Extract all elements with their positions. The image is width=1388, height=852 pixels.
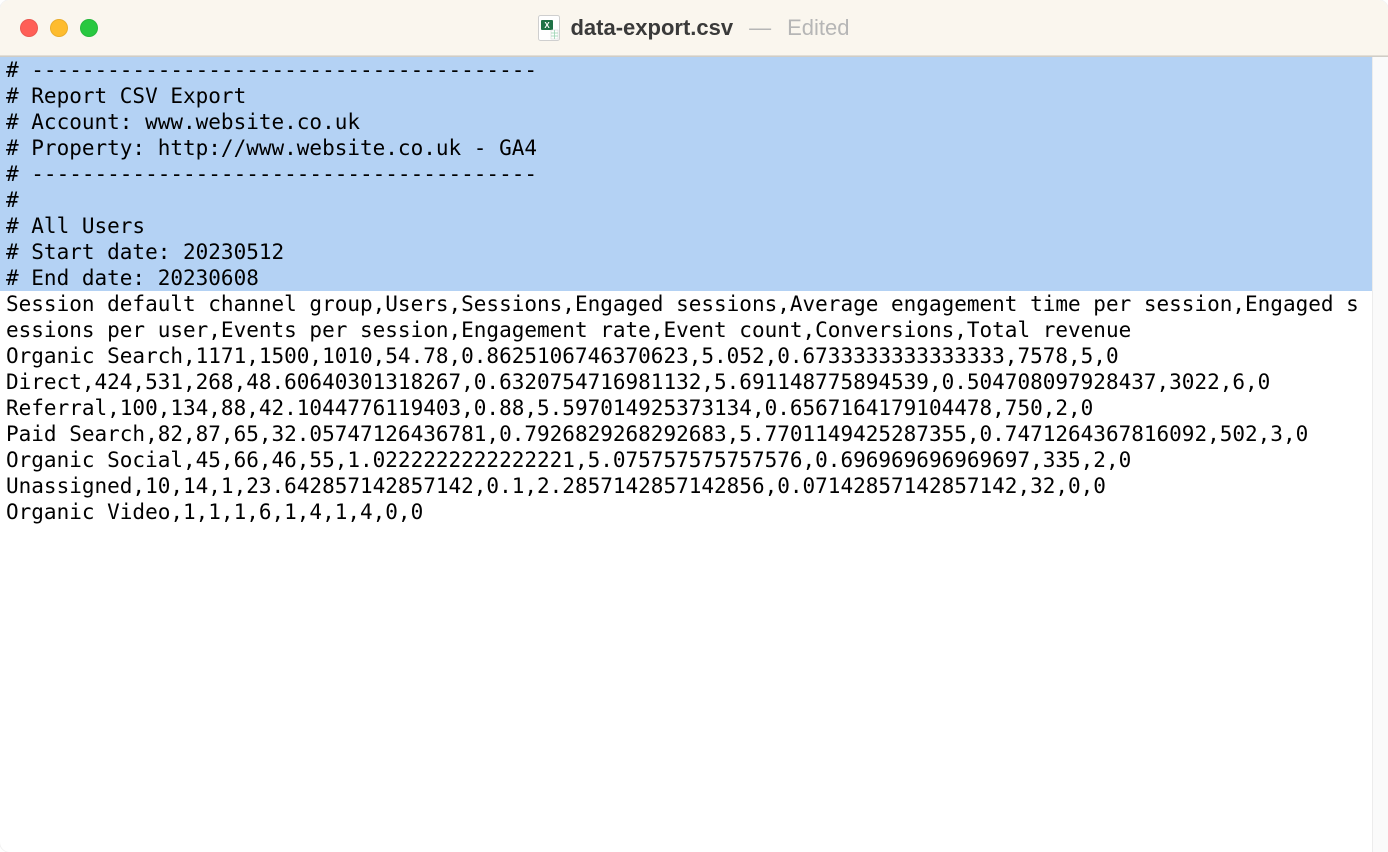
text-line[interactable]: Organic Social,45,66,46,55,1.02222222222… (0, 447, 1372, 473)
close-icon[interactable] (20, 19, 38, 37)
filename-label: data-export.csv (570, 15, 733, 41)
highlighted-line[interactable]: # All Users (0, 213, 1372, 239)
content-area: # --------------------------------------… (0, 56, 1388, 852)
title-separator: — (743, 15, 777, 41)
titlebar[interactable]: X data-export.csv — Edited (0, 0, 1388, 56)
text-line[interactable]: Session default channel group,Users,Sess… (0, 291, 1372, 343)
text-line[interactable]: Unassigned,10,14,1,23.642857142857142,0.… (0, 473, 1372, 499)
text-editor[interactable]: # --------------------------------------… (0, 57, 1372, 852)
vertical-scrollbar[interactable] (1372, 57, 1388, 852)
text-line[interactable]: Direct,424,531,268,48.60640301318267,0.6… (0, 369, 1372, 395)
highlighted-line[interactable]: # End date: 20230608 (0, 265, 1372, 291)
highlighted-line[interactable]: # Property: http://www.website.co.uk - G… (0, 135, 1372, 161)
text-line[interactable]: Organic Video,1,1,1,6,1,4,1,4,0,0 (0, 499, 1372, 525)
highlighted-line[interactable]: # --------------------------------------… (0, 57, 1372, 83)
maximize-icon[interactable] (80, 19, 98, 37)
highlighted-line[interactable]: # Report CSV Export (0, 83, 1372, 109)
text-line[interactable]: Organic Search,1171,1500,1010,54.78,0.86… (0, 343, 1372, 369)
editor-window: X data-export.csv — Edited # -----------… (0, 0, 1388, 852)
text-line[interactable]: Paid Search,82,87,65,32.05747126436781,0… (0, 421, 1372, 447)
highlighted-line[interactable]: # Start date: 20230512 (0, 239, 1372, 265)
window-title: X data-export.csv — Edited (0, 15, 1388, 41)
highlighted-line[interactable]: # (0, 187, 1372, 213)
minimize-icon[interactable] (50, 19, 68, 37)
spreadsheet-file-icon: X (538, 15, 560, 41)
text-line[interactable]: Referral,100,134,88,42.1044776119403,0.8… (0, 395, 1372, 421)
window-controls (0, 19, 98, 37)
editor-text[interactable]: # --------------------------------------… (0, 57, 1372, 525)
highlighted-line[interactable]: # Account: www.website.co.uk (0, 109, 1372, 135)
highlighted-line[interactable]: # --------------------------------------… (0, 161, 1372, 187)
document-status-label: Edited (787, 15, 849, 41)
svg-text:X: X (545, 21, 551, 30)
